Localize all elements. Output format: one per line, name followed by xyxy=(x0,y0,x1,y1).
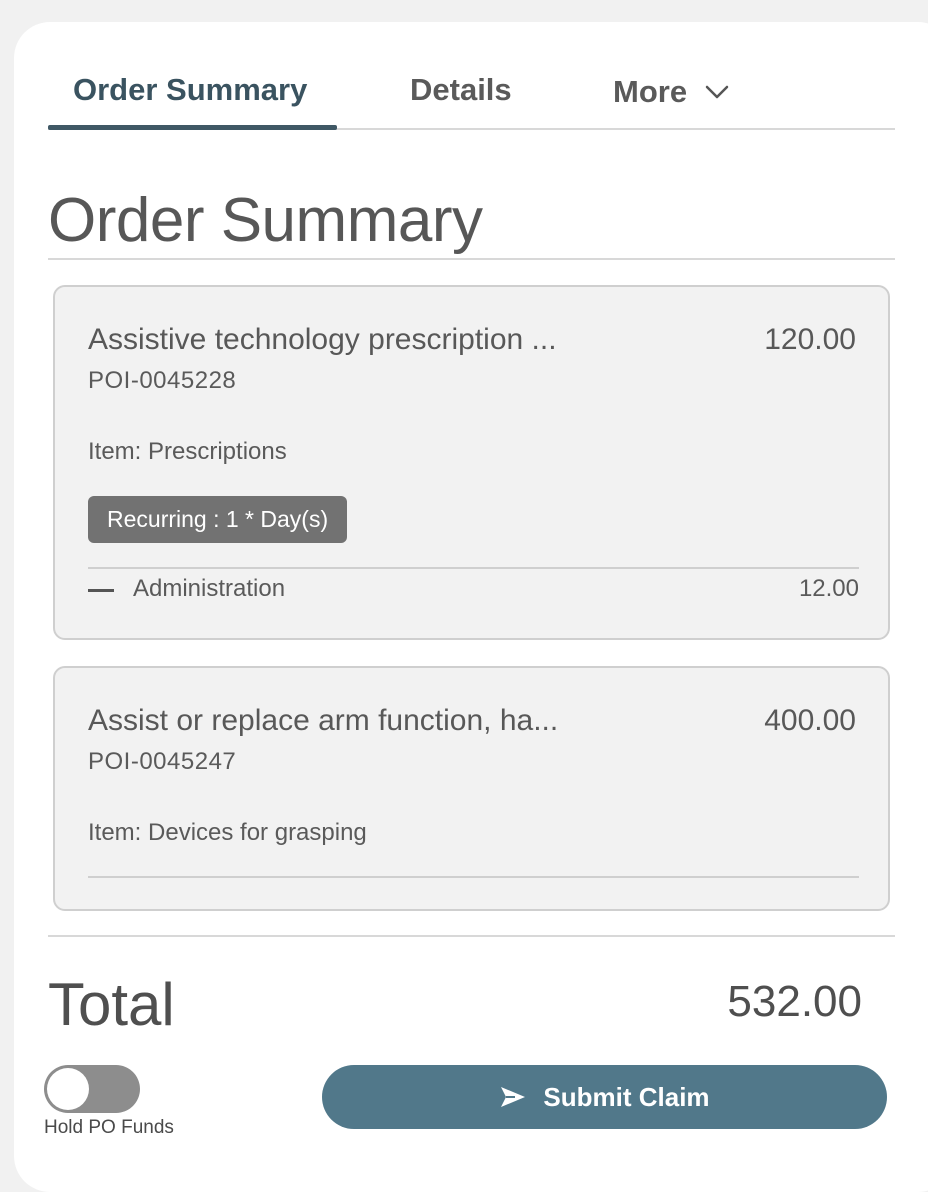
tab-more[interactable]: More xyxy=(613,74,729,110)
submit-claim-label: Submit Claim xyxy=(543,1081,710,1112)
order-item[interactable]: Assist or replace arm function, ha... 40… xyxy=(53,666,890,911)
sub-item-label: Administration xyxy=(133,575,286,602)
item-price: 120.00 xyxy=(764,323,856,356)
send-icon xyxy=(501,1087,526,1107)
item-category: Item: Prescriptions xyxy=(88,438,287,465)
item-name: Assist or replace arm function, ha... xyxy=(88,704,559,737)
order-item[interactable]: Assistive technology prescription ... 12… xyxy=(53,285,890,640)
sub-item-value: 12.00 xyxy=(798,575,859,602)
tab-bar: Order Summary Details More xyxy=(48,60,895,130)
dash-icon xyxy=(88,589,114,592)
divider xyxy=(88,876,859,878)
item-poi-number: POI-0045228 xyxy=(88,367,237,394)
item-poi-number: POI-0045247 xyxy=(88,748,237,775)
item-category: Item: Devices for grasping xyxy=(88,819,367,846)
hold-funds-toggle[interactable] xyxy=(44,1065,140,1113)
toggle-knob xyxy=(47,1068,89,1110)
sub-item-row: Administration 12.00 xyxy=(88,575,859,605)
item-name: Assistive technology prescription ... xyxy=(88,323,557,356)
divider xyxy=(88,567,859,569)
tab-more-label: More xyxy=(613,74,688,109)
total-label: Total xyxy=(48,971,175,1038)
submit-claim-button[interactable]: Submit Claim xyxy=(322,1065,887,1129)
active-tab-indicator xyxy=(48,125,337,130)
hold-funds-label: Hold PO Funds xyxy=(44,1117,174,1138)
tab-details[interactable]: Details xyxy=(410,72,512,108)
total-value: 532.00 xyxy=(727,977,862,1026)
chevron-down-icon xyxy=(705,85,729,99)
tab-order-summary[interactable]: Order Summary xyxy=(73,72,307,108)
divider xyxy=(48,258,895,260)
item-price: 400.00 xyxy=(764,704,856,737)
recurring-badge: Recurring : 1 * Day(s) xyxy=(88,496,348,543)
divider xyxy=(48,935,895,937)
page-title: Order Summary xyxy=(48,186,483,255)
